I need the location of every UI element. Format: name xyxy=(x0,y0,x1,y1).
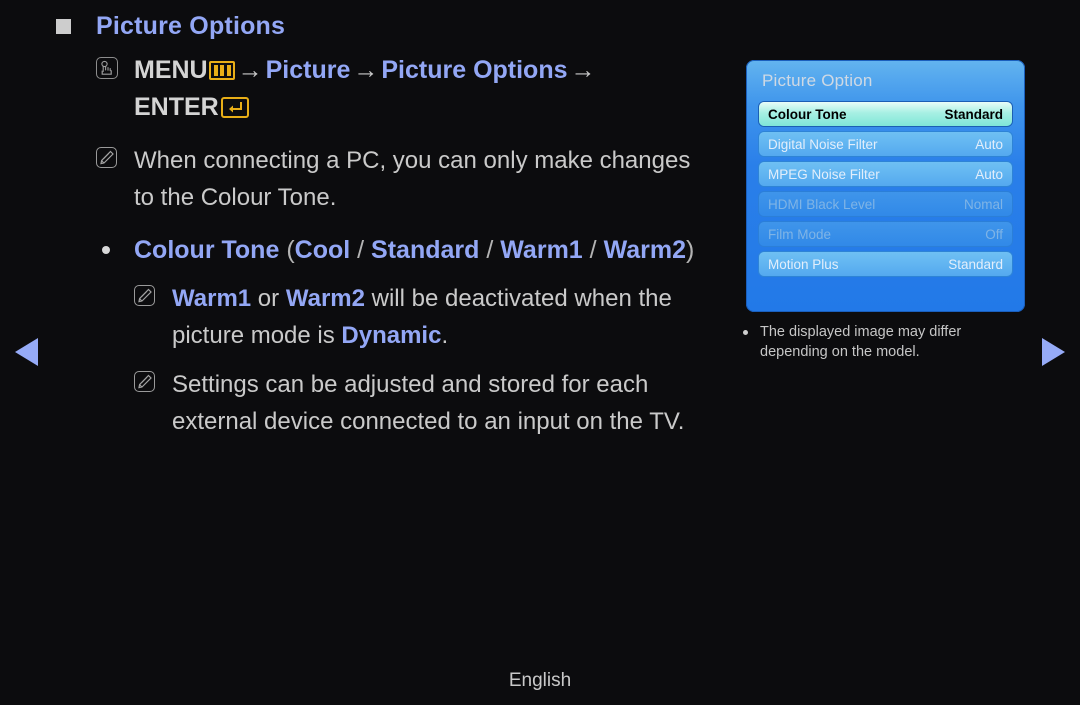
osd-row-digital-noise-filter[interactable]: Digital Noise Filter Auto xyxy=(759,132,1012,156)
colour-tone-option-row: Colour Tone (Cool / Standard / Warm1 / W… xyxy=(96,232,746,268)
osd-panel-title: Picture Option xyxy=(762,71,873,90)
subnote-mid: or xyxy=(251,285,286,312)
osd-row-colour-tone[interactable]: Colour Tone Standard xyxy=(759,102,1012,126)
option-sep-3: / xyxy=(589,236,597,264)
heading-square-bullet-icon xyxy=(56,19,71,34)
option-warm2[interactable]: Warm2 xyxy=(604,236,686,264)
open-paren: ( xyxy=(286,236,295,264)
menu-label: MENU xyxy=(134,56,208,84)
note-text-pc: When connecting a PC, you can only make … xyxy=(134,142,746,216)
note-pc-line2: to the Colour Tone. xyxy=(134,184,337,211)
subnote-warm2: Warm2 xyxy=(285,285,365,312)
path-step-picture[interactable]: Picture xyxy=(266,56,351,84)
note-pencil-icon xyxy=(96,147,117,168)
page-heading: Picture Options xyxy=(56,12,285,41)
note-icon-slot xyxy=(134,280,172,306)
hand-press-icon xyxy=(96,57,118,79)
triangle-left-icon[interactable] xyxy=(15,338,38,366)
subnote-tail: will be deactivated when the xyxy=(364,285,672,312)
osd-row-label: Motion Plus xyxy=(768,256,839,272)
footer-language-label: English xyxy=(508,670,572,691)
note-row-pc: When connecting a PC, you can only make … xyxy=(96,142,746,216)
option-standard[interactable]: Standard xyxy=(371,236,479,264)
subnote-row-settings: Settings can be adjusted and stored for … xyxy=(134,366,746,440)
osd-caption: The displayed image may differ depending… xyxy=(740,322,1040,362)
osd-row-label: MPEG Noise Filter xyxy=(768,166,880,182)
osd-row-value: Standard xyxy=(948,256,1003,272)
menu-path-row: MENU → Picture → Picture Options → ENTER xyxy=(96,52,746,126)
enter-return-icon xyxy=(220,97,249,118)
note-icon-slot xyxy=(134,366,172,392)
subnote-text-warm: Warm1 or Warm2 will be deactivated when … xyxy=(172,280,746,354)
note-icon-slot xyxy=(96,142,134,168)
bullet-dot-slot xyxy=(96,232,134,254)
tv-osd-panel: Picture Option Colour Tone Standard Digi… xyxy=(746,60,1025,312)
caption-bullet-icon xyxy=(743,330,748,335)
osd-row-value: Auto xyxy=(975,136,1003,152)
path-step-picture-options[interactable]: Picture Options xyxy=(381,56,567,84)
subnote-line2-pre: picture mode is xyxy=(172,322,342,349)
osd-row-label: Film Mode xyxy=(768,226,832,242)
osd-row-value: Off xyxy=(985,226,1003,242)
osd-row-label: Digital Noise Filter xyxy=(768,136,878,152)
option-sep-1: / xyxy=(357,236,365,264)
subnote-dynamic: Dynamic xyxy=(341,322,442,349)
osd-row-motion-plus[interactable]: Motion Plus Standard xyxy=(759,252,1012,276)
note-pencil-icon xyxy=(134,371,155,392)
osd-row-hdmi-black-level: HDMI Black Level Nomal xyxy=(759,192,1012,216)
colour-tone-label: Colour Tone xyxy=(134,236,280,264)
osd-caption-line2: depending on the model. xyxy=(760,344,920,360)
path-arrow-3: → xyxy=(570,56,596,84)
osd-row-film-mode: Film Mode Off xyxy=(759,222,1012,246)
subnote-warm1: Warm1 xyxy=(172,285,252,312)
option-warm1[interactable]: Warm1 xyxy=(500,236,582,264)
page-title: Picture Options xyxy=(96,12,286,40)
osd-row-mpeg-noise-filter[interactable]: MPEG Noise Filter Auto xyxy=(759,162,1012,186)
subnote-row-warm: Warm1 or Warm2 will be deactivated when … xyxy=(134,280,746,354)
note-pc-line1: When connecting a PC, you can only make … xyxy=(134,147,691,174)
osd-row-value: Nomal xyxy=(963,196,1003,212)
osd-row-label: Colour Tone xyxy=(768,106,847,122)
bullet-dot-icon xyxy=(102,246,110,254)
option-sep-2: / xyxy=(486,236,494,264)
subnote-settings-line1: Settings can be adjusted and stored for … xyxy=(172,371,649,398)
osd-row-value: Auto xyxy=(975,166,1003,182)
path-arrow-2: → xyxy=(353,56,379,84)
instruction-body: MENU→Picture→Picture Options→ ENTER xyxy=(96,52,746,442)
enter-label: ENTER xyxy=(134,93,219,121)
menu-path-text: MENU → Picture → Picture Options → ENTER xyxy=(134,52,746,126)
note-pencil-icon xyxy=(134,285,155,306)
subnote-settings-line2: external device connected to an input on… xyxy=(172,408,685,435)
close-paren: ) xyxy=(686,236,695,264)
osd-caption-line1: The displayed image may differ xyxy=(760,324,962,340)
subnote-line2-post: . xyxy=(441,322,449,349)
menu-bars-icon xyxy=(208,61,235,80)
osd-row-value: Standard xyxy=(944,106,1003,122)
triangle-right-icon[interactable] xyxy=(1042,338,1065,366)
option-cool[interactable]: Cool xyxy=(295,236,351,264)
path-arrow-1: → xyxy=(237,56,263,84)
subnote-text-settings: Settings can be adjusted and stored for … xyxy=(172,366,746,440)
menu-path-icon-slot xyxy=(96,52,134,79)
colour-tone-option-text: Colour Tone (Cool / Standard / Warm1 / W… xyxy=(134,232,694,268)
osd-row-label: HDMI Black Level xyxy=(768,196,876,212)
